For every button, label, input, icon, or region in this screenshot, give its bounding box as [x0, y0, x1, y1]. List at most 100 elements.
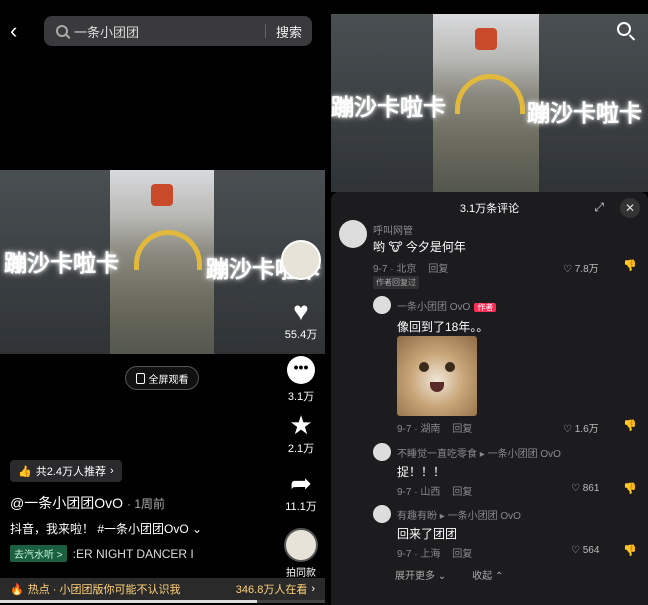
- comment-username[interactable]: 一条小团团 OvO 作者: [397, 298, 497, 313]
- reply-button[interactable]: 回复: [452, 549, 472, 560]
- comment-icon: •••: [287, 356, 315, 384]
- comment-like-button[interactable]: ♡ 861: [571, 483, 599, 494]
- music-app-tag[interactable]: 去汽水听 >: [10, 545, 67, 562]
- comment-count: 3.1万: [287, 391, 315, 403]
- video-logo: [475, 28, 497, 50]
- video-progress-bar[interactable]: [0, 600, 325, 603]
- heart-icon: ♥: [293, 296, 309, 326]
- dislike-icon[interactable]: 👎: [623, 419, 637, 432]
- comment-meta: 9-7 · 湖南 回复: [397, 420, 472, 435]
- favorite-count: 2.1万: [287, 443, 315, 455]
- thumbs-up-icon: 👍: [18, 465, 32, 478]
- hot-topic-count: 346.8万人在看: [235, 584, 308, 596]
- comment-button[interactable]: ••• 3.1万: [281, 356, 321, 404]
- comment-sheet-header: 3.1万条评论 ⤢ ✕: [331, 192, 648, 224]
- avatar[interactable]: [373, 296, 391, 314]
- comment-meta: 9-7 · 北京 回复: [373, 260, 448, 275]
- star-icon: ★: [289, 410, 313, 440]
- author-line[interactable]: @一条小团团OvO · 1周前: [10, 493, 165, 513]
- post-time: · 1周前: [127, 497, 166, 511]
- comment-like-button[interactable]: ♡ 7.8万: [563, 260, 599, 275]
- music-disc-icon: [284, 528, 318, 562]
- comment-username[interactable]: 呼叫网管: [373, 222, 413, 237]
- share-icon: ➦: [290, 468, 312, 498]
- comment-count-title: 3.1万条评论: [459, 203, 520, 215]
- cat-sticker-image[interactable]: [397, 336, 477, 416]
- reply-button[interactable]: 回复: [428, 264, 448, 275]
- search-button[interactable]: 搜索: [266, 22, 312, 41]
- comment-username[interactable]: 不睡觉一直吃零食 ▸ 一条小团团 OvO: [397, 445, 561, 460]
- recommend-chip[interactable]: 👍 共2.4万人推荐 ›: [10, 460, 122, 482]
- author-name[interactable]: @一条小团团OvO: [10, 495, 123, 511]
- shoot-same-button[interactable]: 拍同款: [281, 528, 321, 579]
- comment-like-count: 861: [582, 483, 600, 494]
- share-count: 11.1万: [285, 501, 317, 513]
- replies-controls: 展开更多 ⌄ 收起 ⌃: [395, 567, 503, 582]
- hot-topic-text: 热点 · 小团团版你可能不认识我: [27, 584, 181, 596]
- back-icon[interactable]: ‹: [10, 20, 32, 42]
- avatar[interactable]: [339, 220, 367, 248]
- search-icon[interactable]: [617, 22, 637, 42]
- shoot-same-label: 拍同款: [286, 568, 316, 579]
- fullscreen-icon: [135, 372, 145, 384]
- video-caption-right: 蹦沙卡啦卡: [527, 100, 642, 126]
- dislike-icon[interactable]: 👎: [623, 259, 637, 272]
- avatar[interactable]: [373, 505, 391, 523]
- chevron-right-icon: ›: [311, 583, 315, 595]
- comment-meta: 9-7 · 上海 回复: [397, 545, 472, 560]
- video-progress-fill: [0, 600, 257, 603]
- search-input[interactable]: 一条小团团: [74, 22, 265, 41]
- music-title: :ER NIGHT DANCER I: [72, 546, 194, 561]
- author-avatar[interactable]: [281, 240, 321, 280]
- recommend-label: 共2.4万人推荐: [35, 466, 106, 478]
- fullscreen-label: 全屏观看: [148, 374, 189, 386]
- share-button[interactable]: ➦ 11.1万: [281, 468, 321, 514]
- fire-icon: 🔥: [10, 583, 24, 596]
- video-logo: [151, 184, 173, 206]
- comment-like-count: 564: [582, 545, 600, 556]
- comment-date-location: 9-7 · 山西: [397, 487, 441, 498]
- right-comments-screen: 蹦沙卡啦卡 蹦沙卡啦卡 3.1万条评论 ⤢ ✕ 呼叫网管 哟 🐮 今夕是何年 9…: [331, 0, 648, 605]
- comment-like-button[interactable]: ♡ 564: [571, 545, 599, 556]
- avatar[interactable]: [373, 443, 391, 461]
- video-frame: [110, 170, 214, 354]
- comment-like-button[interactable]: ♡ 1.6万: [563, 420, 599, 435]
- comment-text: 回来了团团: [397, 527, 458, 541]
- paraglider-canopy: [455, 74, 525, 114]
- collapse-button[interactable]: 收起 ⌃: [472, 567, 503, 582]
- author-badge: 作者: [474, 303, 497, 312]
- comment-date-location: 9-7 · 北京: [373, 264, 417, 275]
- dislike-icon[interactable]: 👎: [623, 482, 637, 495]
- hot-topic-bar[interactable]: 🔥 热点 · 小团团版你可能不认识我 346.8万人在看 ›: [0, 578, 325, 600]
- music-row[interactable]: 去汽水听 > :ER NIGHT DANCER I: [10, 545, 194, 562]
- dislike-icon[interactable]: 👎: [623, 544, 637, 557]
- search-icon: [56, 25, 68, 37]
- like-count: 55.4万: [284, 329, 318, 341]
- expand-icon[interactable]: ⤢: [594, 200, 604, 215]
- video-description[interactable]: 抖音，我来啦！ #一条小团团OvO ⌄: [10, 520, 202, 537]
- favorite-button[interactable]: ★ 2.1万: [281, 410, 321, 456]
- expand-more-button[interactable]: 展开更多 ⌄: [395, 567, 446, 582]
- video-player[interactable]: 蹦沙卡啦卡 蹦沙卡啦卡: [0, 170, 325, 354]
- comment-text: 像回到了18年。。: [397, 320, 489, 334]
- reply-button[interactable]: 回复: [452, 487, 472, 498]
- comment-date-location: 9-7 · 上海: [397, 549, 441, 560]
- like-button[interactable]: ♥ 55.4万: [281, 296, 321, 342]
- comment-like-count: 7.8万: [574, 264, 599, 275]
- fullscreen-button[interactable]: 全屏观看: [125, 366, 199, 390]
- paraglider-canopy: [134, 230, 202, 270]
- left-video-screen: ‹ 一条小团团 搜索 蹦沙卡啦卡 蹦沙卡啦卡 ♥ 55.4万 ••• 3.1万 …: [0, 0, 325, 605]
- chevron-right-icon: ›: [110, 465, 114, 477]
- comment-username[interactable]: 有趣有盼 ▸ 一条小团团 OvO: [397, 507, 521, 522]
- video-frame: [433, 14, 539, 192]
- comment-date-location: 9-7 · 湖南: [397, 424, 441, 435]
- author-replied-tag: 作者回复过: [373, 276, 419, 289]
- comment-text: 哟 🐮 今夕是何年: [373, 240, 466, 254]
- comment-like-count: 1.6万: [574, 424, 599, 435]
- search-bar[interactable]: 一条小团团 搜索: [44, 16, 312, 46]
- video-caption-left: 蹦沙卡啦卡: [331, 94, 446, 120]
- video-player-minimized[interactable]: 蹦沙卡啦卡 蹦沙卡啦卡: [331, 14, 648, 192]
- reply-button[interactable]: 回复: [452, 424, 472, 435]
- close-icon[interactable]: ✕: [620, 198, 640, 218]
- comment-text: 捉！！！: [397, 465, 446, 479]
